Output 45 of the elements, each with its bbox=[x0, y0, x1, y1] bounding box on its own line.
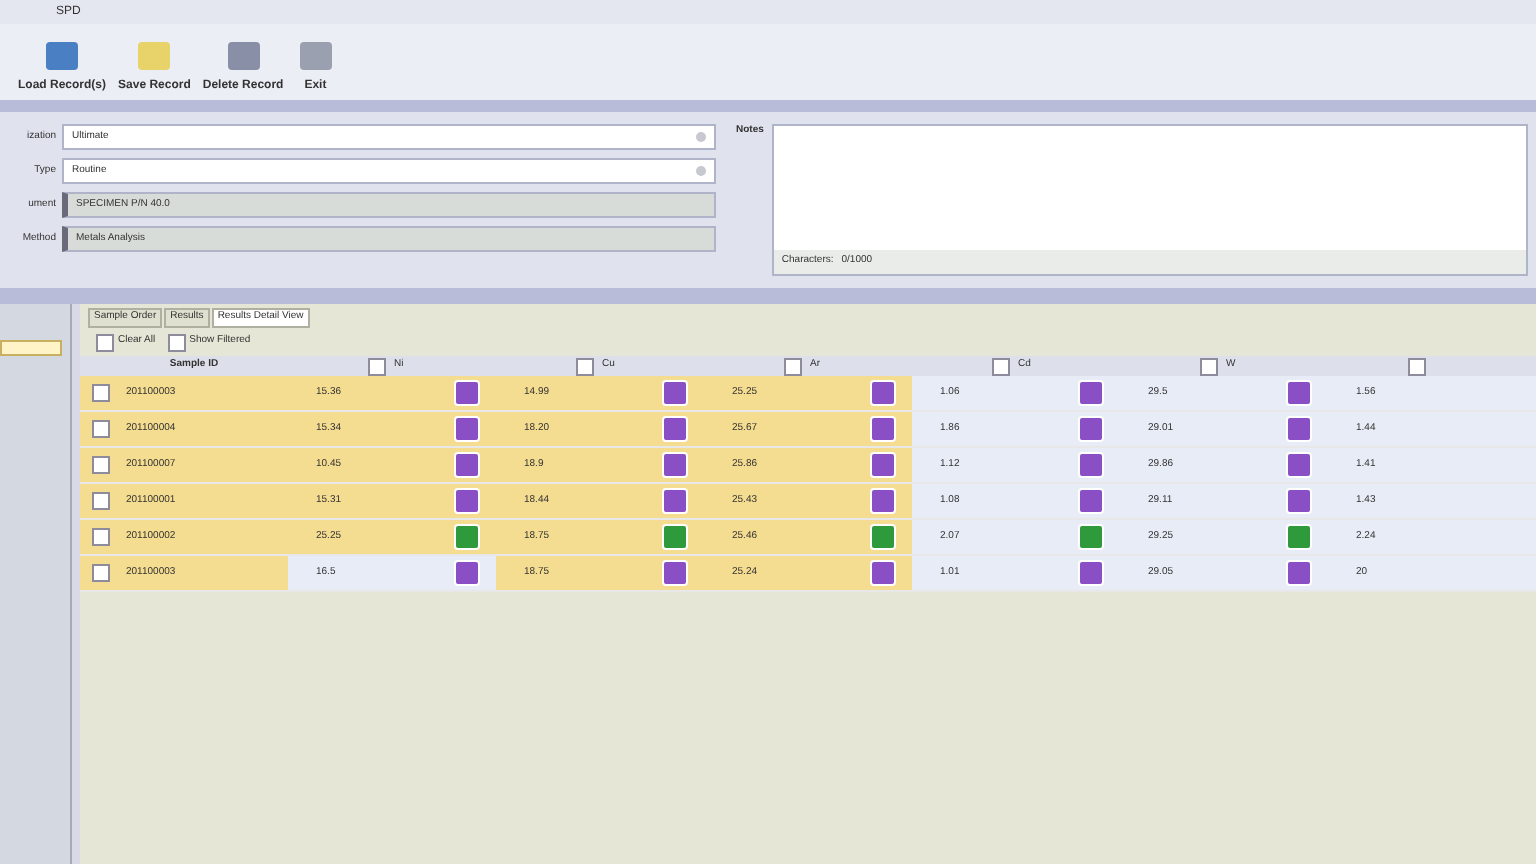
checkbox[interactable] bbox=[1408, 357, 1426, 375]
checkbox[interactable] bbox=[92, 492, 110, 510]
checkbox[interactable] bbox=[1200, 357, 1218, 375]
status-icon[interactable] bbox=[870, 488, 896, 514]
status-icon[interactable] bbox=[870, 524, 896, 550]
checkbox[interactable] bbox=[576, 357, 594, 375]
status-icon[interactable] bbox=[454, 416, 480, 442]
status-icon[interactable] bbox=[662, 416, 688, 442]
status-icon[interactable] bbox=[454, 452, 480, 478]
status-icon[interactable] bbox=[1078, 380, 1104, 406]
status-icon[interactable] bbox=[662, 452, 688, 478]
status-icon[interactable] bbox=[1286, 524, 1312, 550]
search-field[interactable] bbox=[0, 340, 62, 356]
checkbox[interactable] bbox=[96, 333, 114, 351]
status-icon[interactable] bbox=[662, 488, 688, 514]
checkbox[interactable] bbox=[992, 357, 1010, 375]
status-icon[interactable] bbox=[454, 560, 480, 586]
status-icon[interactable] bbox=[454, 488, 480, 514]
status-icon[interactable] bbox=[870, 380, 896, 406]
status-icon[interactable] bbox=[662, 380, 688, 406]
status-icon[interactable] bbox=[662, 560, 688, 586]
status-icon[interactable] bbox=[1078, 452, 1104, 478]
status-icon[interactable] bbox=[1078, 560, 1104, 586]
status-icon[interactable] bbox=[1286, 488, 1312, 514]
status-icon[interactable] bbox=[1286, 452, 1312, 478]
checkbox[interactable] bbox=[92, 564, 110, 582]
checkbox[interactable] bbox=[92, 528, 110, 546]
status-icon[interactable] bbox=[1078, 416, 1104, 442]
status-icon[interactable] bbox=[662, 524, 688, 550]
checkbox[interactable] bbox=[167, 333, 186, 351]
status-icon[interactable] bbox=[870, 452, 896, 478]
checkbox[interactable] bbox=[92, 420, 110, 438]
status-icon[interactable] bbox=[1078, 524, 1104, 550]
status-icon[interactable] bbox=[1078, 488, 1104, 514]
status-icon[interactable] bbox=[870, 560, 896, 586]
status-icon[interactable] bbox=[1286, 380, 1312, 406]
status-icon[interactable] bbox=[1286, 416, 1312, 442]
status-icon[interactable] bbox=[1286, 560, 1312, 586]
checkbox[interactable] bbox=[92, 456, 110, 474]
status-icon[interactable] bbox=[870, 416, 896, 442]
checkbox[interactable] bbox=[368, 357, 386, 375]
checkbox[interactable] bbox=[784, 357, 802, 375]
checkbox[interactable] bbox=[92, 384, 110, 402]
status-icon[interactable] bbox=[454, 380, 480, 406]
status-icon[interactable] bbox=[454, 524, 480, 550]
